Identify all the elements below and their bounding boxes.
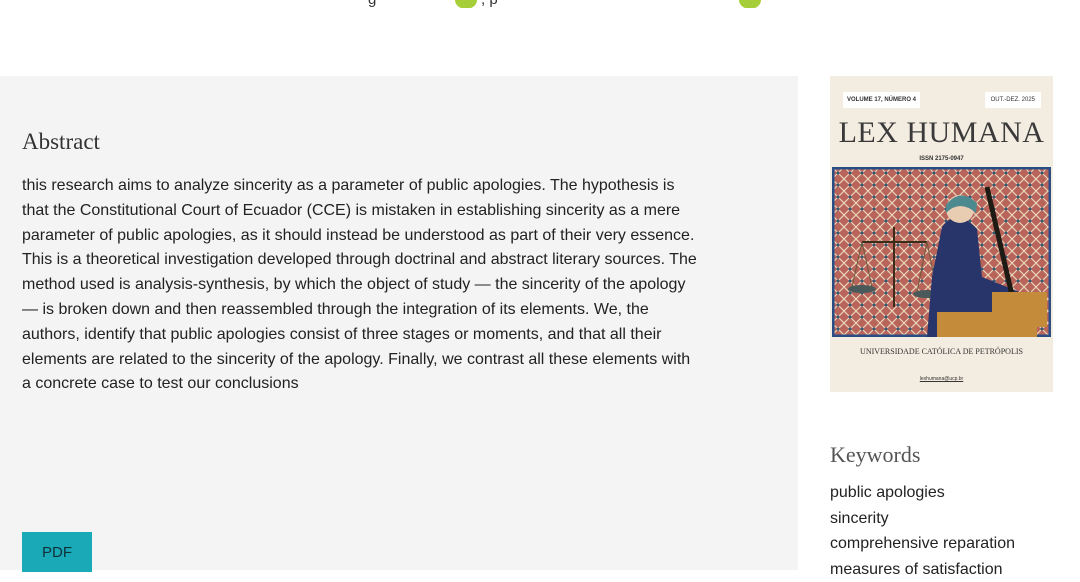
keyword-item: comprehensive reparation bbox=[830, 531, 1015, 557]
keyword-item: measures of satisfaction bbox=[830, 557, 1015, 582]
abstract-heading: Abstract bbox=[22, 129, 100, 155]
cover-email: lexhumana@ucp.br bbox=[830, 376, 1053, 382]
author-separator-fragment: , p bbox=[481, 0, 498, 8]
cover-issn: ISSN 2175-0947 bbox=[830, 156, 1053, 162]
journal-cover[interactable]: VOLUME 17, NÚMERO 4 OUT.-DEZ. 2025 LEX H… bbox=[830, 76, 1053, 392]
orcid-icon[interactable] bbox=[455, 0, 477, 8]
keyword-item: sincerity bbox=[830, 506, 1015, 532]
keywords-heading: Keywords bbox=[830, 442, 920, 468]
cover-date-label: OUT.-DEZ. 2025 bbox=[985, 92, 1041, 108]
orcid-icon[interactable] bbox=[739, 0, 761, 8]
pdf-download-button[interactable]: PDF bbox=[22, 532, 92, 572]
cover-volume-label: VOLUME 17, NÚMERO 4 bbox=[843, 92, 920, 108]
keyword-item: public apologies bbox=[830, 480, 1015, 506]
authors-line: g , p bbox=[0, 0, 1080, 8]
author-name-fragment: g bbox=[368, 0, 376, 8]
cover-university: UNIVERSIDADE CATÓLICA DE PETRÓPOLIS bbox=[830, 347, 1053, 356]
abstract-text: this research aims to analyze sincerity … bbox=[22, 174, 702, 397]
keywords-list: public apologies sincerity comprehensive… bbox=[830, 480, 1015, 582]
cover-journal-title: LEX HUMANA bbox=[830, 116, 1053, 150]
cover-illustration bbox=[832, 167, 1051, 337]
